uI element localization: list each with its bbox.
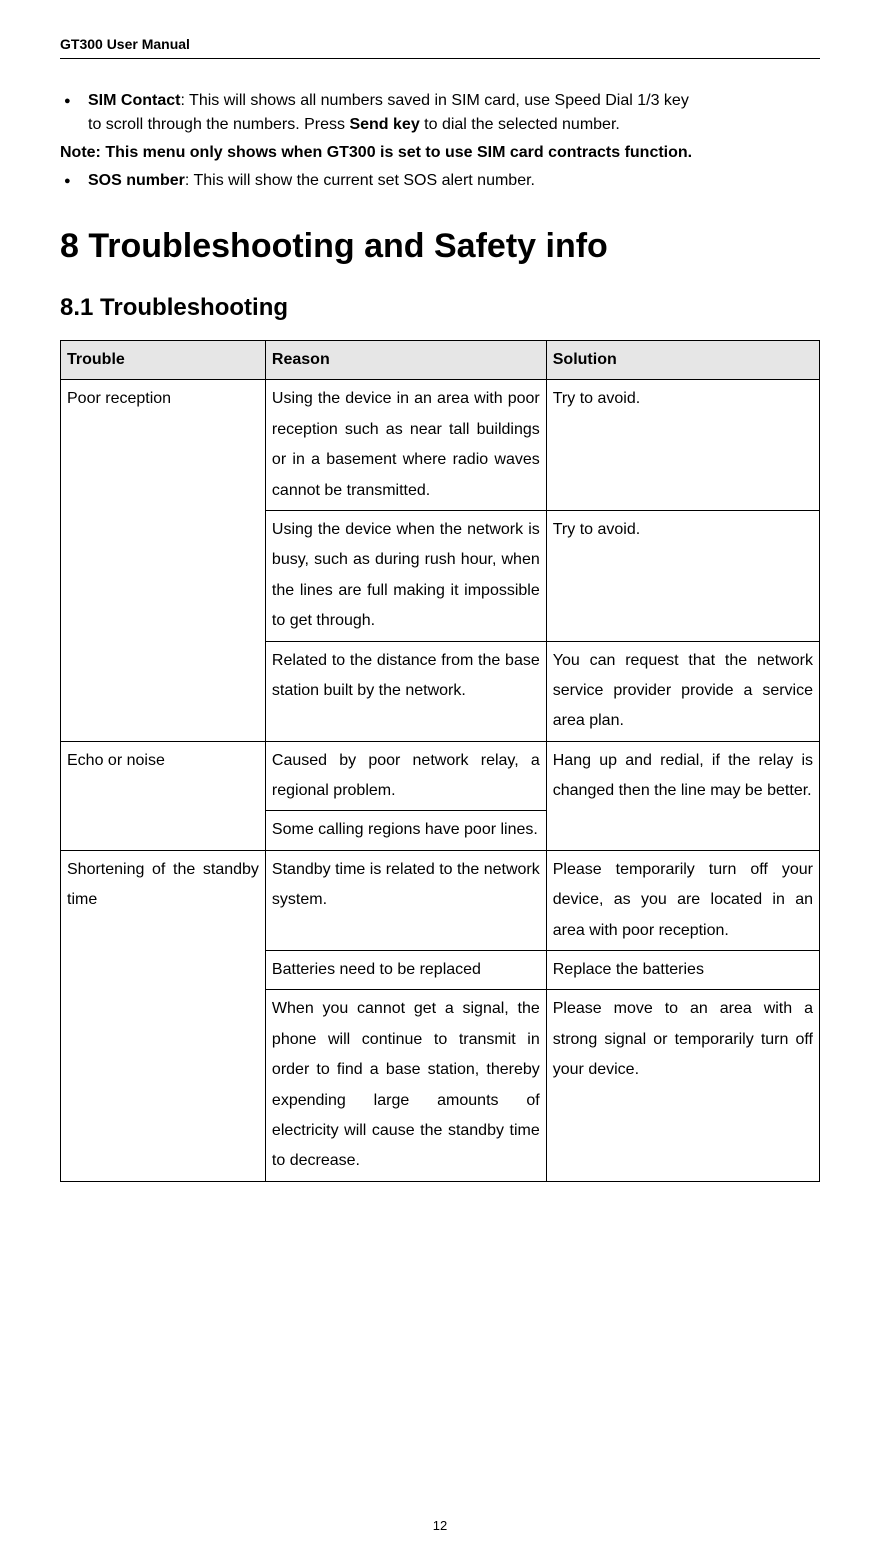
- note-line: Note: This menu only shows when GT300 is…: [60, 141, 820, 165]
- th-reason: Reason: [265, 341, 546, 380]
- sos-number-rest: : This will show the current set SOS ale…: [185, 172, 535, 189]
- section-heading: 8 Troubleshooting and Safety info: [60, 227, 820, 266]
- sim-contact-label: SIM Contact: [88, 92, 180, 109]
- cell-trouble: Echo or noise: [61, 741, 266, 850]
- cell-trouble: Poor reception: [61, 380, 266, 741]
- cell-solution: Hang up and redial, if the relay is chan…: [546, 741, 819, 850]
- sim-contact-line2: to scroll through the numbers. Press Sen…: [60, 113, 820, 137]
- table-header-row: Trouble Reason Solution: [61, 341, 820, 380]
- subsection-heading: 8.1 Troubleshooting: [60, 294, 820, 322]
- cell-reason: Standby time is related to the network s…: [265, 850, 546, 950]
- table-row: Echo or noise Caused by poor network rel…: [61, 741, 820, 811]
- sos-number-label: SOS number: [88, 172, 185, 189]
- bullet-icon: [60, 169, 88, 193]
- cell-reason: Some calling regions have poor lines.: [265, 811, 546, 850]
- bullet-icon: [60, 89, 88, 113]
- cell-solution: You can request that the network service…: [546, 641, 819, 741]
- bullet-sim-contact: SIM Contact: This will shows all numbers…: [60, 89, 820, 113]
- cell-solution: Try to avoid.: [546, 510, 819, 641]
- cell-reason: When you cannot get a signal, the phone …: [265, 990, 546, 1181]
- bullet-sos-number: SOS number: This will show the current s…: [60, 169, 820, 193]
- cell-solution: Replace the batteries: [546, 951, 819, 990]
- cell-reason: Caused by poor network relay, a regional…: [265, 741, 546, 811]
- th-trouble: Trouble: [61, 341, 266, 380]
- line2-post: to dial the selected number.: [420, 116, 620, 133]
- send-key-bold: Send key: [349, 116, 419, 133]
- line2-pre: to scroll through the numbers. Press: [88, 116, 349, 133]
- cell-solution: Please move to an area with a strong sig…: [546, 990, 819, 1181]
- bullet-text: SIM Contact: This will shows all numbers…: [88, 89, 820, 113]
- doc-header: GT300 User Manual: [60, 36, 190, 52]
- table-row: Shortening of the standby time Standby t…: [61, 850, 820, 950]
- th-solution: Solution: [546, 341, 819, 380]
- troubleshooting-table: Trouble Reason Solution Poor reception U…: [60, 340, 820, 1182]
- cell-solution: Try to avoid.: [546, 380, 819, 511]
- cell-reason: Related to the distance from the base st…: [265, 641, 546, 741]
- cell-solution: Please temporarily turn off your device,…: [546, 850, 819, 950]
- cell-reason: Using the device when the network is bus…: [265, 510, 546, 641]
- page-number: 12: [0, 1518, 880, 1533]
- cell-trouble: Shortening of the standby time: [61, 850, 266, 1181]
- cell-reason: Batteries need to be replaced: [265, 951, 546, 990]
- page-container: GT300 User Manual SIM Contact: This will…: [0, 0, 880, 1222]
- header-bar: GT300 User Manual: [60, 36, 820, 59]
- table-row: Poor reception Using the device in an ar…: [61, 380, 820, 511]
- cell-reason: Using the device in an area with poor re…: [265, 380, 546, 511]
- sim-contact-rest: : This will shows all numbers saved in S…: [180, 92, 688, 109]
- bullet-list: SIM Contact: This will shows all numbers…: [60, 89, 820, 193]
- bullet-text: SOS number: This will show the current s…: [88, 169, 820, 193]
